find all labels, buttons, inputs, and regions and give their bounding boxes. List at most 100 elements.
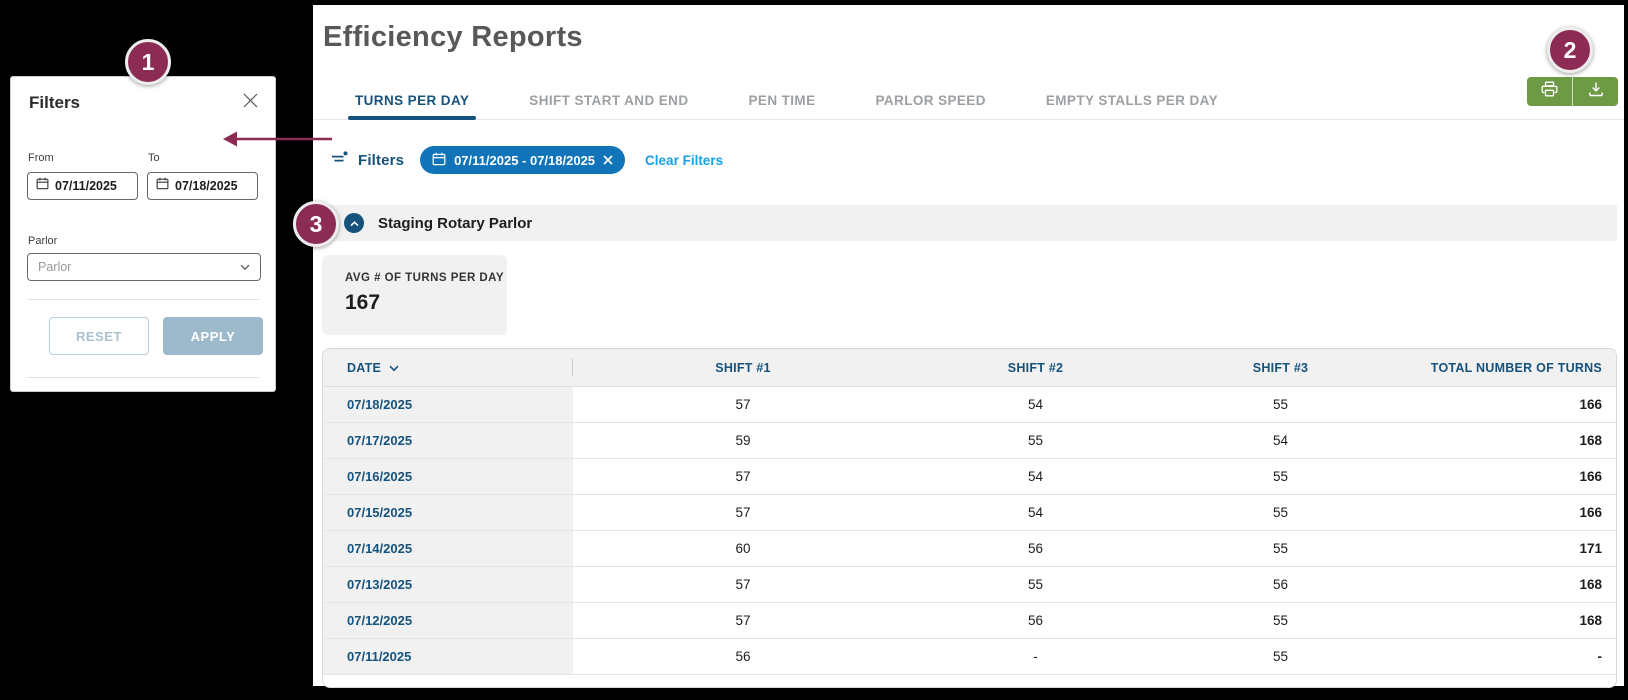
s1-cell: 60	[573, 531, 913, 566]
s2-cell: 56	[913, 531, 1158, 566]
filters-modal: Filters From To Parlor Parlor	[10, 76, 276, 392]
s3-cell: 55	[1158, 387, 1403, 422]
to-label: To	[148, 152, 160, 164]
chevron-down-icon	[389, 361, 399, 375]
tab-pen-time[interactable]: PEN TIME	[749, 93, 816, 119]
total-cell: 168	[1403, 423, 1616, 458]
date-header-label: DATE	[347, 361, 381, 375]
collapse-toggle[interactable]	[344, 213, 364, 233]
date-range-chip[interactable]: 07/11/2025 - 07/18/2025	[420, 146, 625, 174]
tab-turns-per-day[interactable]: TURNS PER DAY	[355, 93, 469, 119]
divider	[27, 377, 259, 378]
total-cell: 166	[1403, 495, 1616, 530]
table-row: 07/12/2025575655168	[323, 603, 1616, 639]
main-panel: Efficiency Reports TURNS PER DAY SHIFT ST…	[313, 5, 1624, 686]
total-cell: 168	[1403, 603, 1616, 638]
s3-cell: 55	[1158, 459, 1403, 494]
date-range-chip-text: 07/11/2025 - 07/18/2025	[454, 153, 595, 168]
s3-cell: 56	[1158, 567, 1403, 602]
date-cell[interactable]: 07/16/2025	[323, 459, 573, 494]
column-header-shift3: SHIFT #3	[1158, 361, 1403, 375]
column-header-total: TOTAL NUMBER OF TURNS	[1403, 361, 1616, 375]
callout-badge-2: 2	[1547, 27, 1593, 73]
table-row: 07/15/2025575455166	[323, 495, 1616, 531]
table-row: 07/14/2025605655171	[323, 531, 1616, 567]
s2-cell: 54	[913, 387, 1158, 422]
from-date-value[interactable]	[55, 179, 129, 193]
from-label: From	[28, 152, 54, 164]
table-header-row: DATE SHIFT #1 SHIFT #2 SHIFT #3 TOTAL NU…	[323, 349, 1616, 387]
table-row: 07/18/2025575455166	[323, 387, 1616, 423]
table-row: 07/16/2025575455166	[323, 459, 1616, 495]
chevron-down-icon	[240, 258, 250, 276]
s1-cell: 57	[573, 567, 913, 602]
total-cell: 166	[1403, 387, 1616, 422]
filters-modal-title: Filters	[29, 93, 80, 113]
date-cell[interactable]: 07/12/2025	[323, 603, 573, 638]
to-date-input[interactable]	[147, 172, 258, 200]
table-row: 07/17/2025595554168	[323, 423, 1616, 459]
s1-cell: 56	[573, 639, 913, 674]
download-icon	[1588, 81, 1604, 102]
parlor-section-title: Staging Rotary Parlor	[378, 215, 532, 232]
total-cell: 168	[1403, 567, 1616, 602]
table-body: 07/18/202557545516607/17/202559555416807…	[323, 387, 1616, 675]
s3-cell: 55	[1158, 603, 1403, 638]
apply-button[interactable]: APPLY	[163, 317, 263, 355]
s1-cell: 57	[573, 495, 913, 530]
avg-turns-label: AVG # OF TURNS PER DAY	[345, 272, 507, 284]
callout-arrow-icon	[222, 128, 334, 155]
parlor-select[interactable]: Parlor	[27, 253, 261, 281]
s1-cell: 59	[573, 423, 913, 458]
page-title: Efficiency Reports	[323, 21, 583, 54]
parlor-label: Parlor	[28, 235, 57, 247]
close-icon[interactable]	[241, 91, 259, 109]
s2-cell: 56	[913, 603, 1158, 638]
total-cell: -	[1403, 639, 1616, 674]
report-tabs: TURNS PER DAY SHIFT START AND END PEN TIME…	[313, 83, 1624, 120]
total-cell: 166	[1403, 459, 1616, 494]
clear-filters-link[interactable]: Clear Filters	[645, 153, 723, 168]
divider	[27, 299, 259, 300]
s1-cell: 57	[573, 459, 913, 494]
s2-cell: -	[913, 639, 1158, 674]
calendar-icon	[432, 152, 446, 169]
print-button[interactable]	[1527, 77, 1572, 106]
parlor-select-placeholder: Parlor	[38, 260, 71, 274]
from-date-input[interactable]	[27, 172, 138, 200]
tab-empty-stalls-per-day[interactable]: EMPTY STALLS PER DAY	[1046, 93, 1218, 119]
filter-bar-label: Filters	[358, 152, 404, 169]
column-header-shift1: SHIFT #1	[573, 361, 913, 375]
reset-button[interactable]: RESET	[49, 317, 149, 355]
table-row: 07/11/202556-55-	[323, 639, 1616, 675]
column-header-shift2: SHIFT #2	[913, 361, 1158, 375]
s2-cell: 55	[913, 423, 1158, 458]
column-header-date[interactable]: DATE	[323, 349, 573, 386]
date-cell[interactable]: 07/11/2025	[323, 639, 573, 674]
parlor-section-header[interactable]: Staging Rotary Parlor	[322, 205, 1617, 241]
calendar-icon	[156, 177, 169, 195]
filter-bar: Filters 07/11/2025 - 07/18/2025 Clear Fi…	[330, 145, 723, 175]
tab-shift-start-and-end[interactable]: SHIFT START AND END	[529, 93, 688, 119]
date-cell[interactable]: 07/18/2025	[323, 387, 573, 422]
date-cell[interactable]: 07/14/2025	[323, 531, 573, 566]
date-cell[interactable]: 07/15/2025	[323, 495, 573, 530]
avg-turns-value: 167	[345, 291, 507, 315]
to-date-value[interactable]	[175, 179, 249, 193]
callout-badge-3: 3	[293, 201, 339, 247]
date-cell[interactable]: 07/17/2025	[323, 423, 573, 458]
chip-remove-icon[interactable]	[603, 155, 613, 165]
s2-cell: 54	[913, 495, 1158, 530]
screenshot-canvas: Efficiency Reports TURNS PER DAY SHIFT ST…	[0, 0, 1628, 700]
s3-cell: 55	[1158, 495, 1403, 530]
date-cell[interactable]: 07/13/2025	[323, 567, 573, 602]
download-button[interactable]	[1572, 77, 1618, 106]
tab-parlor-speed[interactable]: PARLOR SPEED	[876, 93, 986, 119]
s2-cell: 54	[913, 459, 1158, 494]
callout-badge-1: 1	[125, 39, 171, 85]
s3-cell: 55	[1158, 639, 1403, 674]
export-actions	[1527, 77, 1618, 106]
table-row: 07/13/2025575556168	[323, 567, 1616, 603]
s3-cell: 55	[1158, 531, 1403, 566]
s2-cell: 55	[913, 567, 1158, 602]
